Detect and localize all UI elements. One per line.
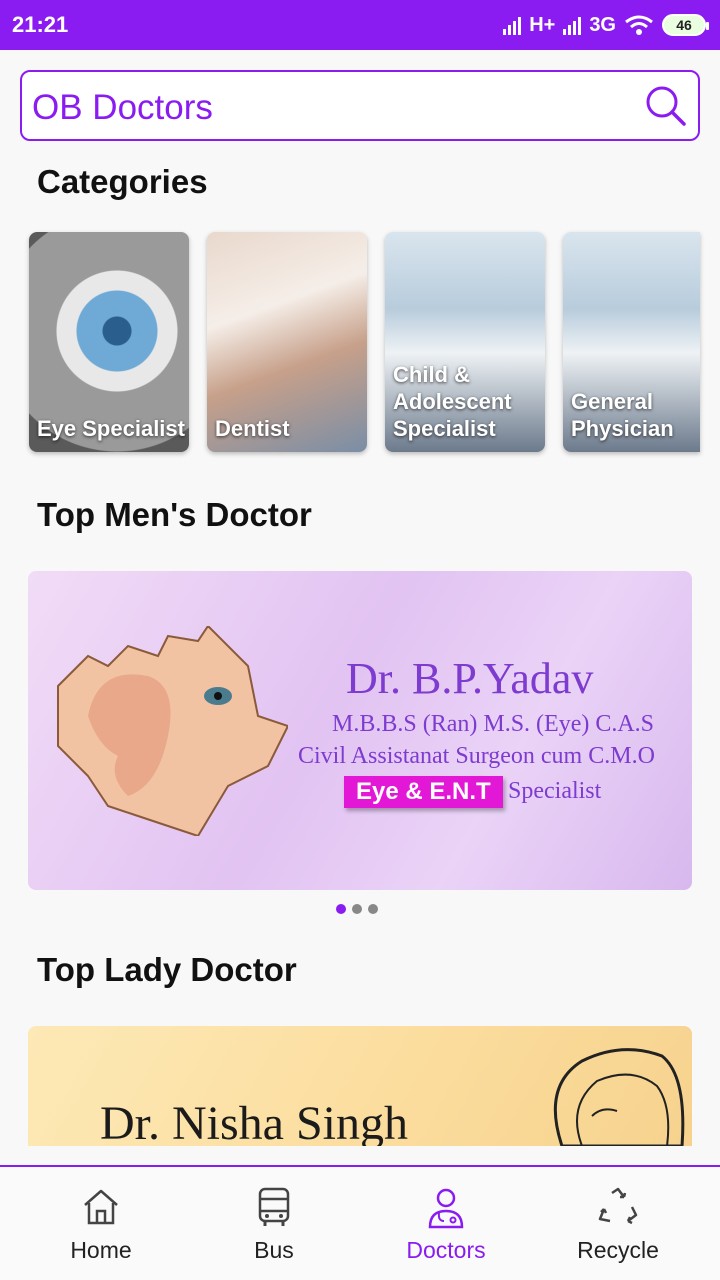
men-doctor-banner[interactable]: Dr. B.P.Yadav M.B.B.S (Ran) M.S. (Eye) C… <box>28 571 692 890</box>
categories-title: Categories <box>37 163 208 200</box>
nav-label-recycle: Recycle <box>577 1237 659 1263</box>
category-card-dentist[interactable]: Dentist <box>207 232 367 452</box>
recycle-icon <box>598 1187 638 1225</box>
nav-item-doctors[interactable]: Doctors <box>360 1167 532 1280</box>
network-type-2: 3G <box>589 13 616 36</box>
category-label: Eye Specialist <box>37 416 185 441</box>
search-value: OB Doctors <box>32 88 213 127</box>
nav-item-bus[interactable]: Bus <box>188 1167 360 1280</box>
lady-doctor-banner[interactable]: Dr. Nisha Singh <box>28 1026 692 1146</box>
wifi-icon <box>625 15 653 35</box>
lady-doctor-illustration <box>553 1048 685 1146</box>
top-lady-doctor-title: Top Lady Doctor <box>37 951 297 988</box>
lady-doctor-name: Dr. Nisha Singh <box>100 1097 409 1146</box>
nav-item-recycle[interactable]: Recycle <box>532 1167 704 1280</box>
signal-icon <box>503 15 522 35</box>
nav-label-doctors: Doctors <box>406 1237 486 1263</box>
nav-item-home[interactable]: Home <box>15 1167 187 1280</box>
top-men-doctor-title: Top Men's Doctor <box>37 496 312 533</box>
carousel-dot[interactable] <box>368 904 378 914</box>
category-label: General Physician <box>571 389 674 441</box>
category-card-eye-specialist[interactable]: Eye Specialist <box>29 232 189 452</box>
carousel-indicator <box>336 904 378 914</box>
men-doctor-name: Dr. B.P.Yadav <box>346 654 594 703</box>
men-doctor-role: Civil Assistanat Surgeon cum C.M.O <box>298 743 655 769</box>
status-indicators: H+ 3G 46 <box>503 10 709 40</box>
category-card-general-physician[interactable]: General Physician <box>563 232 700 452</box>
category-label: Dentist <box>215 416 290 441</box>
status-time: 21:21 <box>12 12 69 37</box>
battery-level: 46 <box>676 17 692 33</box>
carousel-dot[interactable] <box>336 904 346 914</box>
status-bar: 21:21 H+ 3G 46 <box>0 0 720 50</box>
carousel-dot[interactable] <box>352 904 362 914</box>
category-card-child-specialist[interactable]: Child & Adolescent Specialist <box>385 232 545 452</box>
men-doctor-tag: Eye & E.N.T <box>344 776 503 808</box>
search-input[interactable]: OB Doctors <box>20 70 700 141</box>
home-icon <box>84 1189 118 1225</box>
bottom-navigation: Home Bus Doctors Recycle <box>0 1165 720 1280</box>
nav-label-home: Home <box>70 1237 132 1263</box>
battery-icon: 46 <box>662 14 709 36</box>
bus-icon <box>258 1187 290 1226</box>
network-type-1: H+ <box>529 13 556 36</box>
men-doctor-qualification: M.B.B.S (Ran) M.S. (Eye) C.A.S <box>332 711 655 737</box>
nav-label-bus: Bus <box>254 1237 294 1263</box>
category-label: Child & Adolescent Specialist <box>393 362 512 441</box>
search-icon[interactable] <box>644 84 688 128</box>
men-doctor-specialist: Specialist <box>508 778 602 804</box>
signal-icon-2 <box>563 15 582 35</box>
doctor-icon <box>428 1188 464 1229</box>
ent-illustration <box>57 626 288 836</box>
